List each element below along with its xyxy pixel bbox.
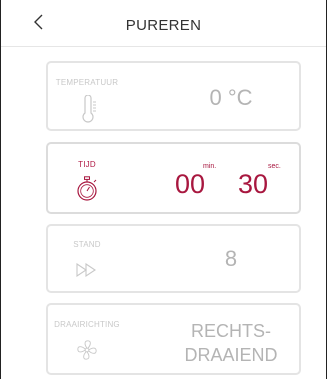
fan-icon xyxy=(77,340,97,360)
speed-label: STAND xyxy=(73,240,101,249)
page-title: PUREREN xyxy=(125,17,202,34)
thermometer-icon xyxy=(82,95,96,123)
temperature-card[interactable]: TEMPERATUUR 0 °C xyxy=(46,61,301,131)
stopwatch-icon xyxy=(77,176,97,201)
time-seconds[interactable]: 30 xyxy=(238,169,268,200)
seconds-unit: sec. xyxy=(268,163,281,170)
speed-value: 8 xyxy=(224,246,238,271)
app-frame: PUREREN TEMPERATUUR 0 °C TIJD 00 min. 30… xyxy=(0,0,327,379)
header-bar: PUREREN xyxy=(1,0,326,47)
temperature-value: 0 °C xyxy=(209,85,253,110)
direction-value-line2: DRAAIEND xyxy=(184,345,278,365)
time-card[interactable]: TIJD 00 min. 30 sec. xyxy=(46,142,301,214)
time-label: TIJD xyxy=(78,160,96,169)
direction-label: DRAAIRICHTING xyxy=(54,320,120,329)
direction-card[interactable]: DRAAIRICHTING RECHTS- DRAAIEND xyxy=(46,303,301,375)
speed-card[interactable]: STAND 8 xyxy=(46,224,301,293)
temperature-label: TEMPERATUUR xyxy=(55,78,119,87)
minutes-unit: min. xyxy=(203,163,217,170)
direction-value-line1: RECHTS- xyxy=(191,321,271,341)
fast-forward-icon xyxy=(76,262,96,278)
time-minutes[interactable]: 00 xyxy=(175,169,205,200)
